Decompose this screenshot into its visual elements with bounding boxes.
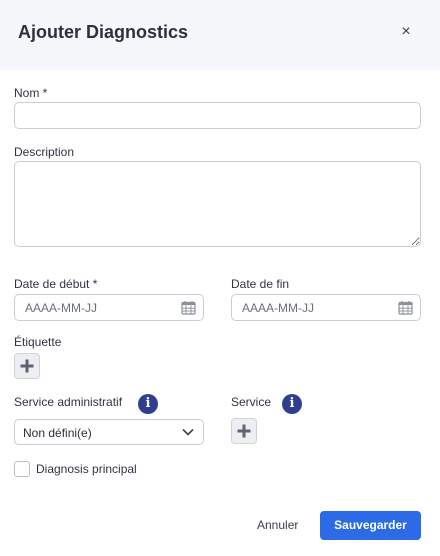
end-date-label: Date de fin bbox=[231, 277, 290, 291]
dialog-title: Ajouter Diagnostics bbox=[18, 22, 189, 42]
add-service-button[interactable] bbox=[231, 418, 257, 444]
start-date-input[interactable]: AAAA-MM-JJ bbox=[14, 294, 204, 321]
description-label: Description bbox=[14, 145, 75, 159]
admin-service-value: Non défini(e) bbox=[23, 426, 92, 440]
start-date-label: Date de début * bbox=[14, 277, 98, 291]
name-input[interactable] bbox=[14, 102, 421, 129]
name-label: Nom * bbox=[14, 86, 48, 100]
primary-diagnosis-checkbox[interactable] bbox=[14, 461, 30, 477]
chevron-down-icon bbox=[182, 428, 194, 436]
admin-service-select[interactable]: Non défini(e) bbox=[14, 419, 204, 445]
plus-icon bbox=[237, 424, 251, 438]
calendar-icon[interactable] bbox=[398, 300, 413, 315]
tag-label: Étiquette bbox=[14, 335, 62, 349]
dialog-header: Ajouter Diagnostics × bbox=[0, 0, 440, 70]
cancel-button[interactable]: Annuler bbox=[257, 518, 298, 532]
info-icon[interactable]: i bbox=[138, 394, 158, 414]
add-tag-button[interactable] bbox=[14, 353, 40, 379]
primary-diagnosis-label: Diagnosis principal bbox=[36, 462, 137, 476]
start-date-placeholder: AAAA-MM-JJ bbox=[25, 301, 97, 315]
close-icon[interactable]: × bbox=[396, 22, 416, 42]
end-date-input[interactable]: AAAA-MM-JJ bbox=[231, 294, 421, 321]
admin-service-label: Service administratif bbox=[14, 395, 123, 409]
service-label: Service bbox=[231, 395, 272, 409]
plus-icon bbox=[20, 359, 34, 373]
end-date-placeholder: AAAA-MM-JJ bbox=[242, 301, 314, 315]
calendar-icon[interactable] bbox=[181, 300, 196, 315]
save-button[interactable]: Sauvegarder bbox=[320, 511, 421, 540]
description-textarea[interactable] bbox=[14, 161, 421, 247]
info-icon[interactable]: i bbox=[282, 394, 302, 414]
